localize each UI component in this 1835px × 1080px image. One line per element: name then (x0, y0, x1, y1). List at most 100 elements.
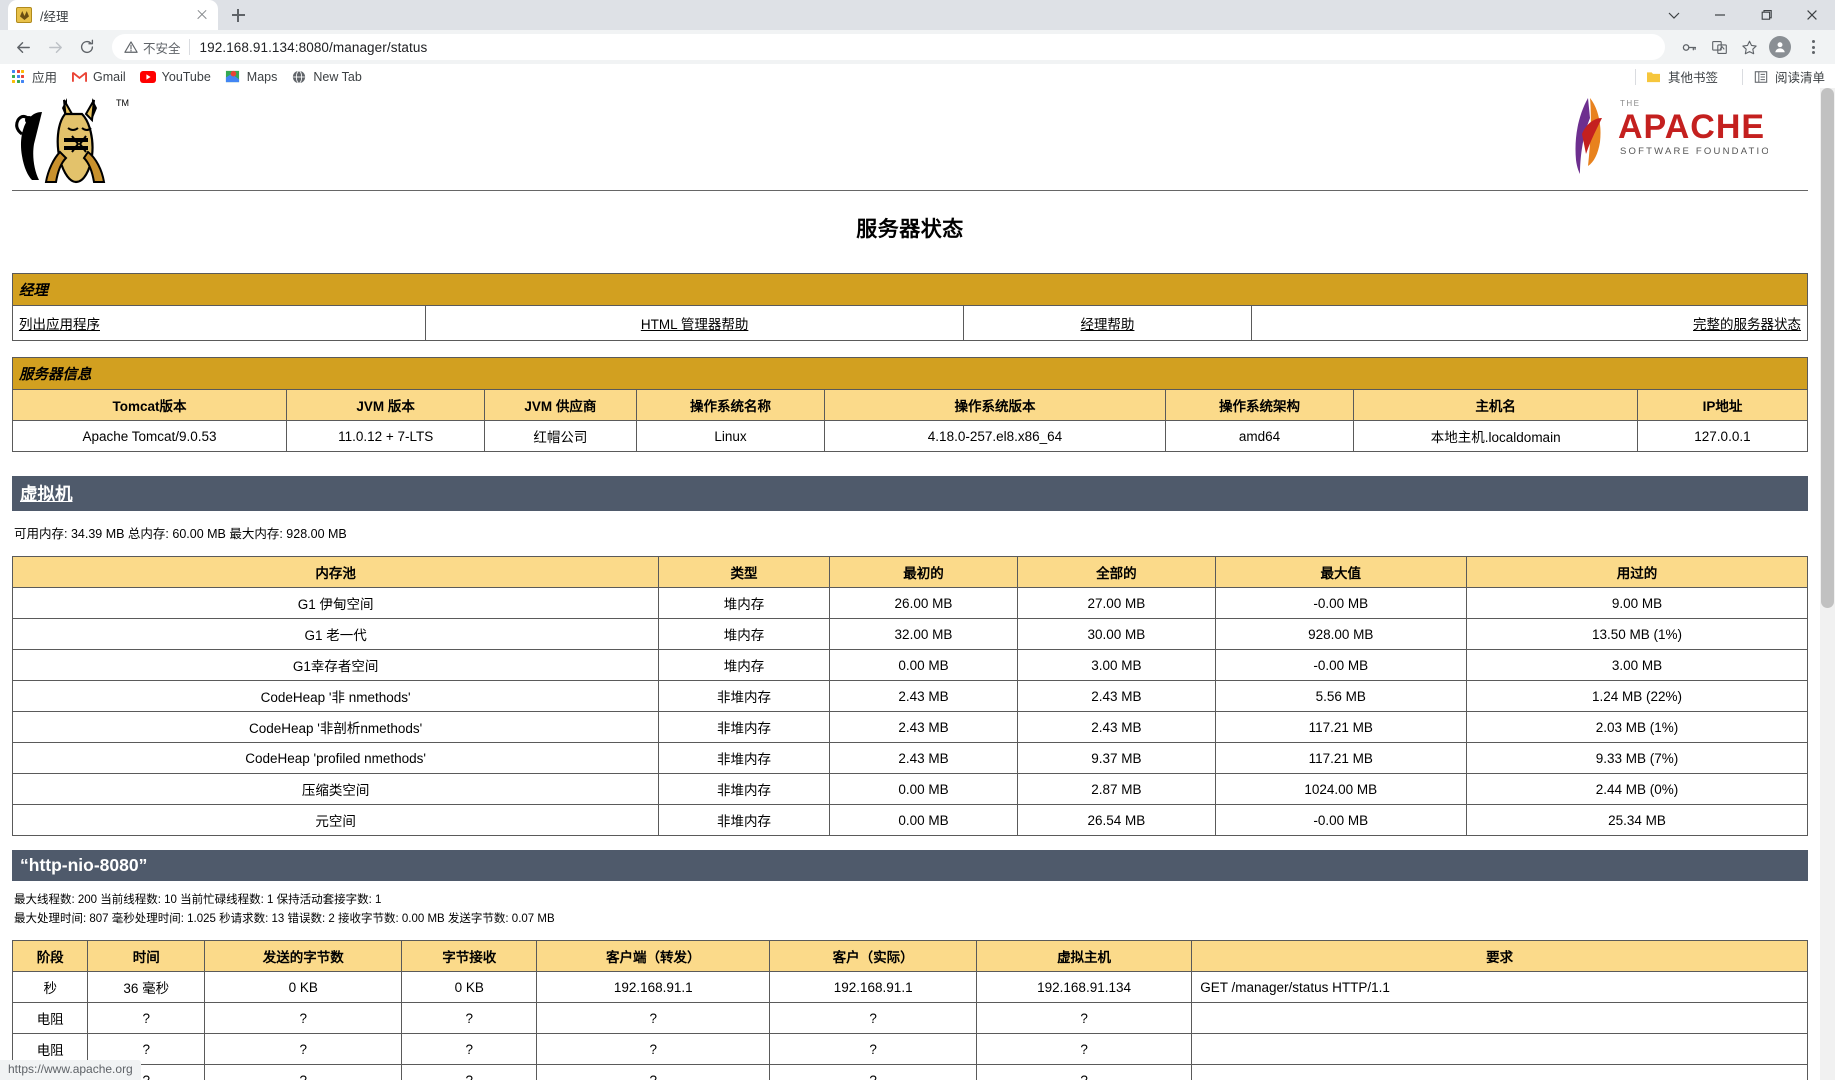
manager-link-cell[interactable]: 列出应用程序 (12, 305, 426, 341)
server-info-value-row: Apache Tomcat/9.0.53 11.0.12 + 7-LTS 红帽公… (12, 420, 1809, 452)
pool-type: 非堆内存 (658, 804, 830, 836)
reload-icon[interactable] (72, 32, 102, 62)
jvm-memory-summary: 可用内存: 34.39 MB 总内存: 60.00 MB 最大内存: 928.0… (14, 527, 347, 541)
link-list-applications[interactable]: 列出应用程序 (19, 317, 100, 332)
bookmark-item-youtube[interactable]: YouTube (139, 69, 211, 85)
link-html-manager-help[interactable]: HTML 管理器帮助 (641, 317, 749, 332)
pool-used: 9.33 MB (7%) (1465, 742, 1809, 774)
column-header: 发送的字节数 (204, 940, 403, 972)
pool-type: 非堆内存 (658, 742, 830, 774)
pool-total: 30.00 MB (1017, 618, 1216, 650)
pool-type: 堆内存 (658, 618, 830, 650)
bookmark-item-new-tab[interactable]: New Tab (291, 69, 362, 85)
request-time: 36 毫秒 (87, 971, 206, 1003)
pool-max: -0.00 MB (1214, 649, 1467, 681)
window-controls (1651, 0, 1835, 30)
table-row: CodeHeap 'profiled nmethods' 非堆内存 2.43 M… (11, 742, 1809, 774)
password-key-icon[interactable] (1675, 33, 1703, 61)
table-row: G1 老一代 堆内存 32.00 MB 30.00 MB 928.00 MB 1… (11, 618, 1809, 650)
column-header: 主机名 (1353, 389, 1638, 421)
table-row: CodeHeap '非 nmethods' 非堆内存 2.43 MB 2.43 … (11, 680, 1809, 712)
avatar[interactable] (1769, 36, 1791, 58)
server-info-value: amd64 (1164, 420, 1355, 452)
bookmark-label: 其他书签 (1667, 71, 1718, 85)
column-header: 时间 (87, 940, 206, 972)
memory-pool-header-row: 内存池 类型 最初的 全部的 最大值 用过的 (11, 556, 1809, 588)
scrollbar-thumb[interactable] (1821, 88, 1834, 608)
maximize-icon[interactable] (1743, 0, 1789, 30)
bookmark-label: Gmail (93, 69, 126, 84)
divider (1634, 68, 1636, 85)
pool-name: 压缩类空间 (11, 773, 660, 805)
bookmark-item-gmail[interactable]: Gmail (71, 69, 126, 85)
bookmark-item-apps[interactable]: 应用 (10, 67, 57, 86)
column-header: JVM 版本 (285, 389, 486, 421)
manager-link-cell[interactable]: 完整的服务器状态 (1250, 305, 1809, 341)
column-header: 操作系统架构 (1164, 389, 1355, 421)
table-row: 压缩类空间 非堆内存 0.00 MB 2.87 MB 1024.00 MB 2.… (11, 773, 1809, 805)
back-icon[interactable] (8, 32, 38, 62)
table-row: CodeHeap '非剖析nmethods' 非堆内存 2.43 MB 2.43… (11, 711, 1809, 743)
close-icon[interactable] (194, 7, 210, 23)
browser-tab[interactable]: /经理 (8, 0, 218, 30)
manager-links-row: 列出应用程序 HTML 管理器帮助 经理帮助 完整的服务器状态 (12, 305, 1809, 341)
address-bar[interactable]: 不安全 192.168.91.134:8080/manager/status (112, 34, 1665, 60)
column-header: JVM 供应商 (484, 389, 637, 421)
maps-icon (225, 69, 241, 85)
pool-name: CodeHeap 'profiled nmethods' (11, 742, 660, 774)
svg-text:SOFTWARE FOUNDATION: SOFTWARE FOUNDATION (1620, 146, 1768, 157)
column-header: 最初的 (828, 556, 1019, 588)
pool-max: 117.21 MB (1214, 711, 1467, 743)
table-row: 电阻 ? ? ? ? ? ? (11, 1002, 1808, 1034)
request-client-forwarded: 192.168.91.1 (536, 971, 771, 1003)
connector-header-row: 阶段 时间 发送的字节数 字节接收 客户端（转发） 客户（实际） 虚拟主机 要求 (11, 940, 1808, 972)
pool-used: 2.03 MB (1%) (1465, 711, 1809, 743)
close-window-icon[interactable] (1789, 0, 1835, 30)
table-row: 电阻 ? ? ? ? ? ? (11, 1033, 1808, 1065)
server-info-table: 服务器信息 Tomcat版本 JVM 版本 JVM 供应商 操作系统名称 操作系… (12, 357, 1809, 452)
new-tab-button[interactable] (224, 1, 252, 29)
pool-max: 117.21 MB (1214, 742, 1467, 774)
bookmark-item-maps[interactable]: Maps (225, 69, 277, 85)
server-info-value: 11.0.12 + 7-LTS (285, 420, 486, 452)
request-vhost: ? (975, 1002, 1193, 1034)
forward-icon[interactable] (40, 32, 70, 62)
bookmark-item-reading-list[interactable]: 阅读清单 (1753, 67, 1825, 86)
status-bar: https://www.apache.org (0, 1060, 141, 1080)
tomcat-logo-icon: TM (12, 94, 132, 186)
request-bytes-received: ? (401, 1002, 538, 1034)
link-manager-help[interactable]: 经理帮助 (1080, 317, 1134, 332)
manager-link-cell[interactable]: 经理帮助 (963, 305, 1252, 341)
server-info-value: 红帽公司 (484, 420, 637, 452)
link-complete-server-status[interactable]: 完整的服务器状态 (1693, 317, 1801, 332)
pool-name: CodeHeap '非 nmethods' (11, 680, 660, 712)
manager-link-cell[interactable]: HTML 管理器帮助 (424, 305, 965, 341)
table-row: G1 伊甸空间 堆内存 26.00 MB 27.00 MB -0.00 MB 9… (11, 587, 1809, 619)
pool-max: 1024.00 MB (1214, 773, 1467, 805)
security-label: 不安全 (143, 41, 181, 56)
request-line (1191, 1033, 1808, 1065)
column-header: IP地址 (1636, 389, 1809, 421)
divider (1741, 68, 1743, 85)
bookmark-item-other[interactable]: 其他书签 (1646, 67, 1718, 86)
page-scrollbar[interactable] (1820, 88, 1835, 1080)
logo-row: TM THE APACHE SOFTWARE FOUNDATION (12, 88, 1808, 188)
pool-used: 2.44 MB (0%) (1465, 773, 1809, 805)
chevron-down-icon[interactable] (1651, 0, 1697, 30)
table-row: 秒 36 毫秒 0 KB 0 KB 192.168.91.1 192.168.9… (11, 971, 1808, 1003)
request-client-actual: ? (769, 1064, 977, 1080)
table-row: 电阻 ? ? ? ? ? ? (11, 1064, 1808, 1080)
request-bytes-sent: ? (204, 1064, 403, 1080)
browser-menu-icon[interactable] (1799, 33, 1827, 61)
request-stage: 秒 (11, 971, 89, 1003)
request-line (1191, 1064, 1808, 1080)
pool-type: 非堆内存 (658, 680, 830, 712)
bookmark-star-icon[interactable] (1735, 33, 1763, 61)
page-title: 服务器状态 (856, 218, 964, 241)
pool-total: 27.00 MB (1017, 587, 1216, 619)
pool-initial: 0.00 MB (828, 773, 1019, 805)
translate-icon[interactable] (1705, 33, 1733, 61)
pool-used: 1.24 MB (22%) (1465, 680, 1809, 712)
manager-table: 经理 列出应用程序 HTML 管理器帮助 经理帮助 完整的服务器状态 (12, 273, 1809, 341)
minimize-icon[interactable] (1697, 0, 1743, 30)
